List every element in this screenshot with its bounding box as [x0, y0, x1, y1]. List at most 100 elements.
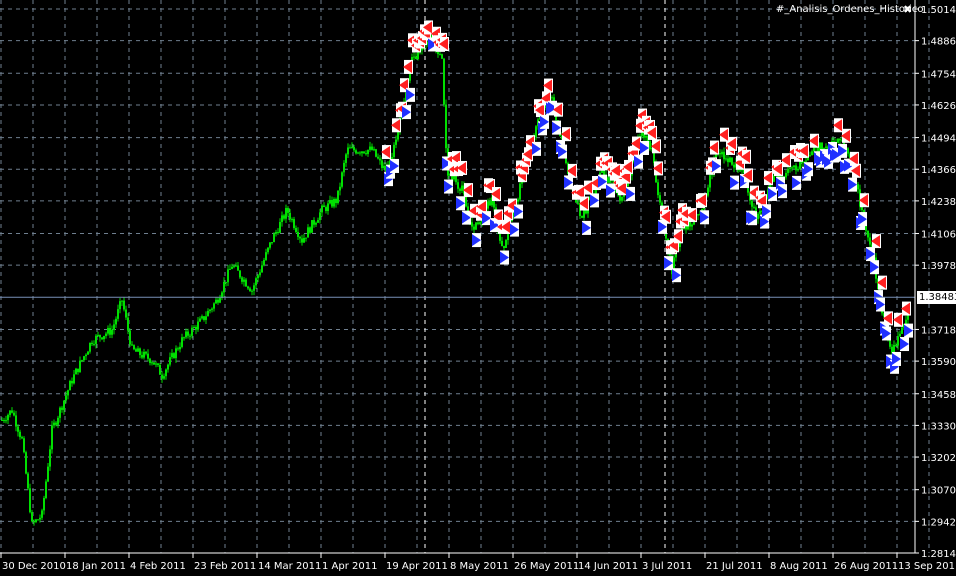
x-tick-label: 8 Aug 2011	[770, 561, 828, 572]
candle-body	[869, 237, 871, 245]
candle-body	[471, 222, 473, 227]
candle-body	[269, 242, 271, 248]
current-price-label: 1.38483	[917, 291, 956, 304]
y-tick-label: 1.28140	[921, 549, 956, 560]
candle-body	[329, 199, 331, 204]
candle-body	[377, 156, 379, 159]
candle-body	[305, 237, 307, 239]
candle-body	[307, 227, 309, 238]
candle-body	[297, 232, 299, 237]
y-tick-label: 1.32020	[921, 453, 956, 464]
candle-body	[445, 104, 447, 149]
x-tick-label: 30 Dec 2010	[2, 561, 66, 572]
candle-body	[267, 247, 269, 253]
candle-body	[271, 242, 273, 244]
candle-body	[327, 203, 329, 211]
grid	[0, 0, 930, 554]
candle-body	[15, 415, 17, 427]
y-tick-label: 1.34580	[921, 390, 956, 401]
candle-body	[583, 210, 585, 218]
candle-body	[121, 300, 123, 302]
candle-body	[13, 412, 15, 416]
close-icon[interactable]: ✖	[903, 3, 912, 16]
candle-body	[415, 56, 417, 60]
candle-body	[189, 335, 191, 337]
candle-body	[155, 363, 157, 365]
y-tick-label: 1.44940	[921, 134, 956, 145]
candle-body	[91, 342, 93, 344]
candle-body	[759, 210, 761, 214]
x-tick-label: 8 May 2011	[450, 561, 509, 572]
candle-body	[205, 316, 207, 320]
candle-body	[727, 158, 729, 163]
candle-body	[891, 346, 893, 353]
candle-body	[797, 168, 799, 171]
candle-body	[795, 165, 797, 171]
candle-body	[253, 285, 255, 291]
candle-body	[355, 150, 357, 154]
candle-body	[129, 330, 131, 345]
candle-body	[211, 308, 213, 310]
candle-body	[85, 354, 87, 357]
candle-body	[811, 151, 813, 156]
candle-body	[489, 201, 491, 206]
candle-body	[21, 437, 23, 439]
candle-body	[381, 160, 383, 169]
candle-body	[373, 149, 375, 151]
price-chart[interactable]: 1.50140 1.48860 1.47540 1.46260 1.44940 1.436…	[0, 0, 956, 576]
x-tick-label: 26 May 2011	[514, 561, 579, 572]
candle-body	[723, 151, 725, 160]
candle-body	[487, 201, 489, 209]
candle-body	[441, 54, 443, 59]
candle-body	[111, 329, 113, 335]
candle-body	[249, 288, 251, 292]
candle-body	[213, 303, 215, 309]
candle-body	[19, 431, 21, 438]
candle-body	[261, 265, 263, 273]
y-tick-label: 1.43660	[921, 165, 956, 176]
candle-body	[301, 238, 303, 243]
candle-body	[337, 190, 339, 204]
candle-body	[41, 510, 43, 518]
candle-body	[837, 138, 839, 143]
candle-body	[29, 488, 31, 513]
candle-body	[149, 358, 151, 363]
candle-body	[375, 149, 377, 157]
candle-body	[67, 390, 69, 396]
candle-body	[87, 351, 89, 355]
candle-body	[197, 321, 199, 330]
y-tick-label: 1.33300	[921, 421, 956, 432]
candle-body	[773, 175, 775, 182]
candle-body	[49, 449, 51, 467]
candle-body	[143, 351, 145, 358]
candle-body	[325, 207, 327, 211]
x-tick-label: 19 Apr 2011	[386, 561, 448, 572]
candle-body	[37, 519, 39, 521]
candle-body	[5, 420, 7, 422]
candle-body	[171, 353, 173, 358]
candle-body	[79, 360, 81, 373]
candle-body	[45, 481, 47, 498]
candle-body	[53, 422, 55, 426]
candle-body	[361, 151, 363, 154]
candle-body	[145, 351, 147, 354]
candle-body	[691, 224, 693, 227]
candle-body	[607, 177, 609, 183]
candle-body	[217, 299, 219, 303]
candle-body	[335, 198, 337, 204]
candle-body	[353, 147, 355, 151]
candle-body	[343, 162, 345, 173]
candle-body	[35, 519, 37, 523]
candle-body	[461, 185, 463, 191]
candle-body	[59, 407, 61, 418]
indicator-title: #_Analisis_Ordenes_Historico	[776, 4, 924, 15]
y-tick-label: 1.46260	[921, 101, 956, 112]
candle-body	[299, 236, 301, 239]
candle-body	[439, 54, 441, 56]
candle-body	[857, 184, 859, 190]
candle-body	[895, 344, 897, 346]
candle-body	[413, 56, 415, 58]
x-tick-label: 18 Jan 2011	[66, 561, 126, 572]
candle-body	[697, 214, 699, 216]
candle-body	[315, 222, 317, 225]
